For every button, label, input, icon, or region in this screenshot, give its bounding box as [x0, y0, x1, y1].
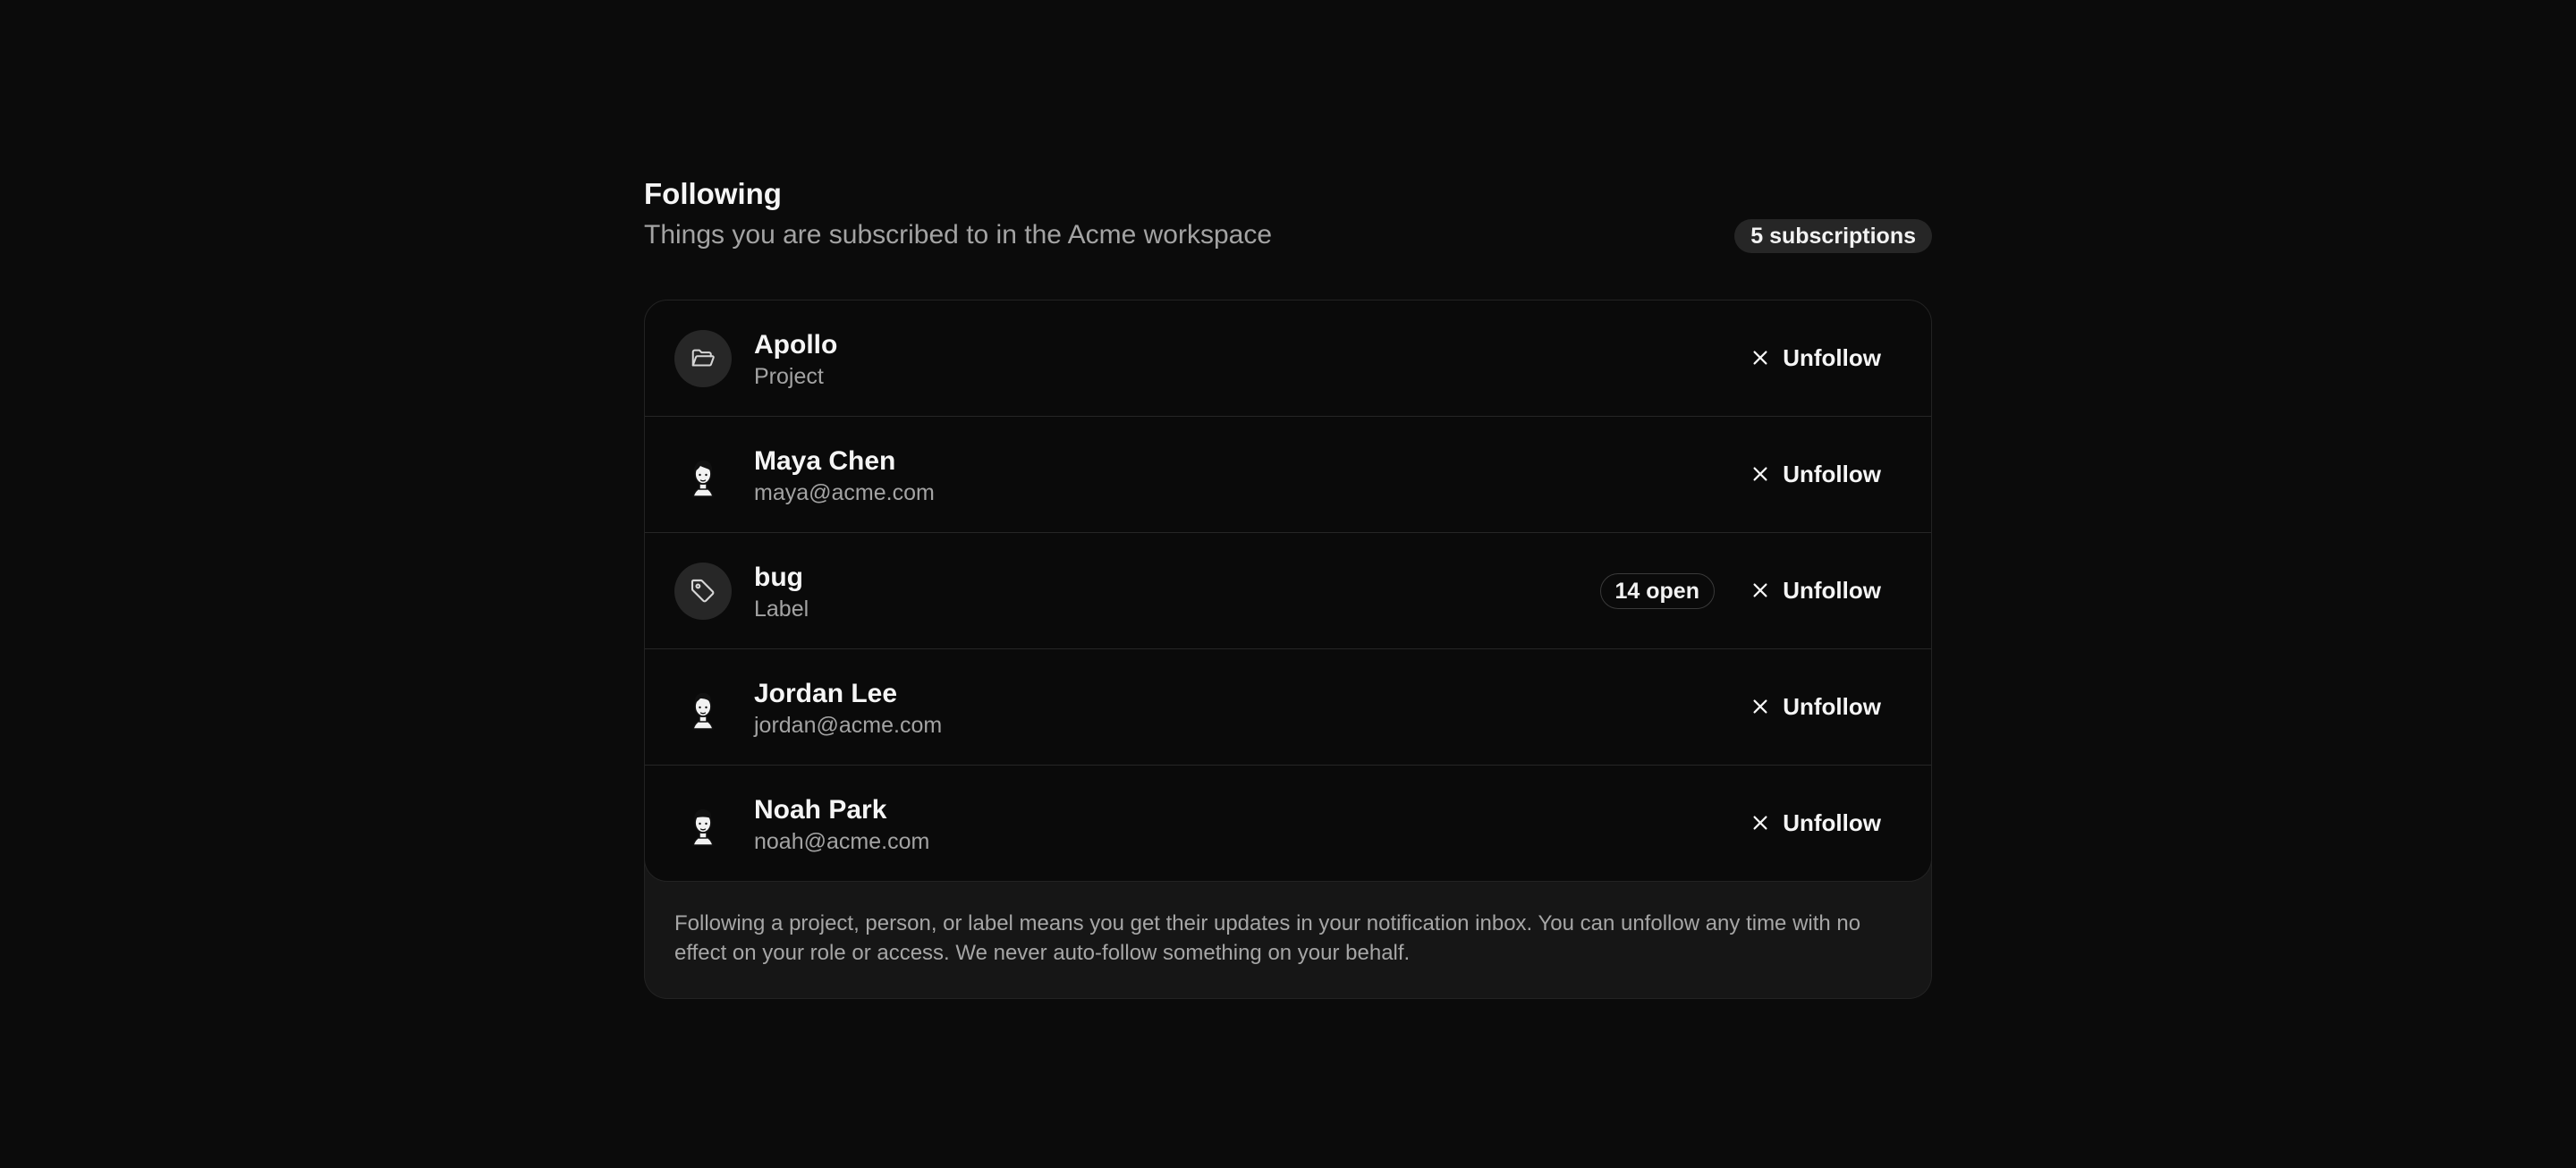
item-email: noah@acme.com — [754, 829, 930, 854]
item-email: maya@acme.com — [754, 480, 935, 505]
list-item: Maya Chen maya@acme.com Unfollow — [645, 417, 1931, 533]
item-name: Jordan Lee — [754, 679, 898, 708]
page-title: Following — [644, 177, 782, 210]
person-avatar — [692, 808, 714, 846]
item-name: bug — [754, 563, 803, 592]
unfollow-label: Unfollow — [1783, 692, 1881, 720]
list-item: Jordan Lee jordan@acme.com Unfollow — [645, 649, 1931, 766]
person-avatar — [692, 692, 714, 730]
following-page: Following Things you are subscribed to i… — [644, 174, 1932, 999]
unfollow-label: Unfollow — [1783, 460, 1881, 487]
unfollow-label: Unfollow — [1783, 343, 1881, 371]
unfollow-label: Unfollow — [1783, 576, 1881, 604]
unfollow-button[interactable]: Unfollow — [1736, 453, 1895, 495]
person-avatar — [692, 460, 714, 497]
item-name: Maya Chen — [754, 446, 896, 476]
item-type: Project — [754, 364, 824, 389]
item-name: Apollo — [754, 330, 838, 360]
item-type: Label — [754, 597, 809, 622]
list-item: Noah Park noah@acme.com Unfollow — [645, 766, 1931, 881]
tag-icon — [674, 563, 732, 620]
unfollow-label: Unfollow — [1783, 808, 1881, 836]
unfollow-button[interactable]: Unfollow — [1736, 336, 1895, 379]
list-item: Apollo Project Unfollow — [645, 300, 1931, 417]
unfollow-button[interactable]: Unfollow — [1736, 801, 1895, 844]
close-icon — [1753, 467, 1767, 481]
subscription-list: Apollo Project Unfollow Maya Chen maya@a… — [644, 300, 1932, 882]
subscription-count-badge: 5 subscriptions — [1734, 219, 1932, 253]
close-icon — [1753, 816, 1767, 830]
page-subtitle: Things you are subscribed to in the Acme… — [644, 220, 1273, 250]
close-icon — [1753, 583, 1767, 597]
unfollow-button[interactable]: Unfollow — [1736, 569, 1895, 612]
folder-open-icon — [674, 330, 732, 387]
item-email: jordan@acme.com — [754, 713, 943, 738]
close-icon — [1753, 351, 1767, 365]
open-count-badge: 14 open — [1599, 573, 1715, 609]
unfollow-button[interactable]: Unfollow — [1736, 685, 1895, 728]
page-header: Following Things you are subscribed to i… — [644, 174, 1932, 300]
close-icon — [1753, 699, 1767, 714]
item-name: Noah Park — [754, 795, 887, 825]
list-item: bug Label 14 open Unfollow — [645, 533, 1931, 649]
